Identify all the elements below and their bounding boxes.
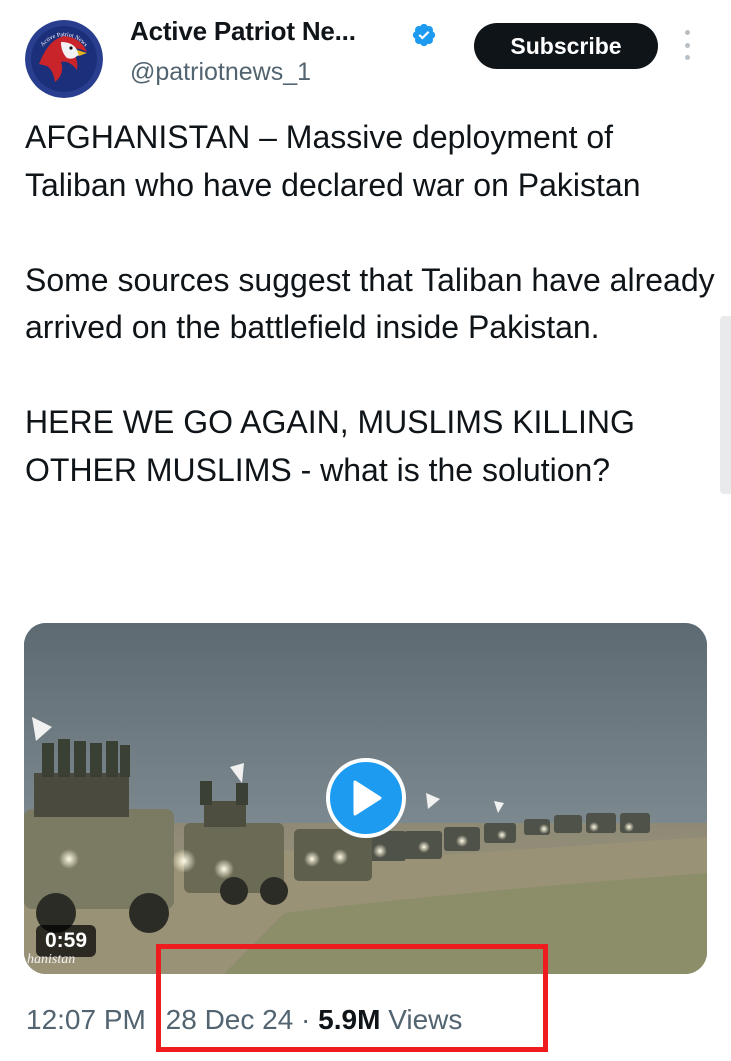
play-icon	[353, 780, 382, 816]
tweet-paragraph: Some sources suggest that Taliban have a…	[25, 261, 715, 346]
eagle-logo-icon	[25, 20, 103, 98]
verified-badge-icon	[412, 23, 436, 47]
more-dot	[684, 42, 690, 48]
play-button[interactable]	[326, 758, 406, 838]
author-handle[interactable]: @patriotnews_1	[130, 58, 311, 87]
more-vertical-icon[interactable]	[680, 30, 694, 60]
video-watermark: hanistan	[27, 952, 76, 967]
author-name[interactable]: Active Patriot Ne...	[130, 16, 356, 47]
more-dot	[684, 55, 690, 60]
subscribe-button[interactable]: Subscribe	[474, 23, 658, 69]
scrollbar[interactable]	[720, 316, 731, 494]
tweet-time[interactable]: 12:07 PM	[26, 1004, 146, 1035]
more-dot	[684, 30, 690, 35]
tweet-paragraph: AFGHANISTAN – Massive deployment of Tali…	[25, 119, 641, 203]
avatar[interactable]: Active Patriot News	[25, 20, 103, 98]
highlight-box	[156, 944, 548, 1052]
tweet-text: AFGHANISTAN – Massive deployment of Tali…	[25, 114, 715, 494]
tweet-paragraph: HERE WE GO AGAIN, MUSLIMS KILLING OTHER …	[25, 404, 635, 488]
